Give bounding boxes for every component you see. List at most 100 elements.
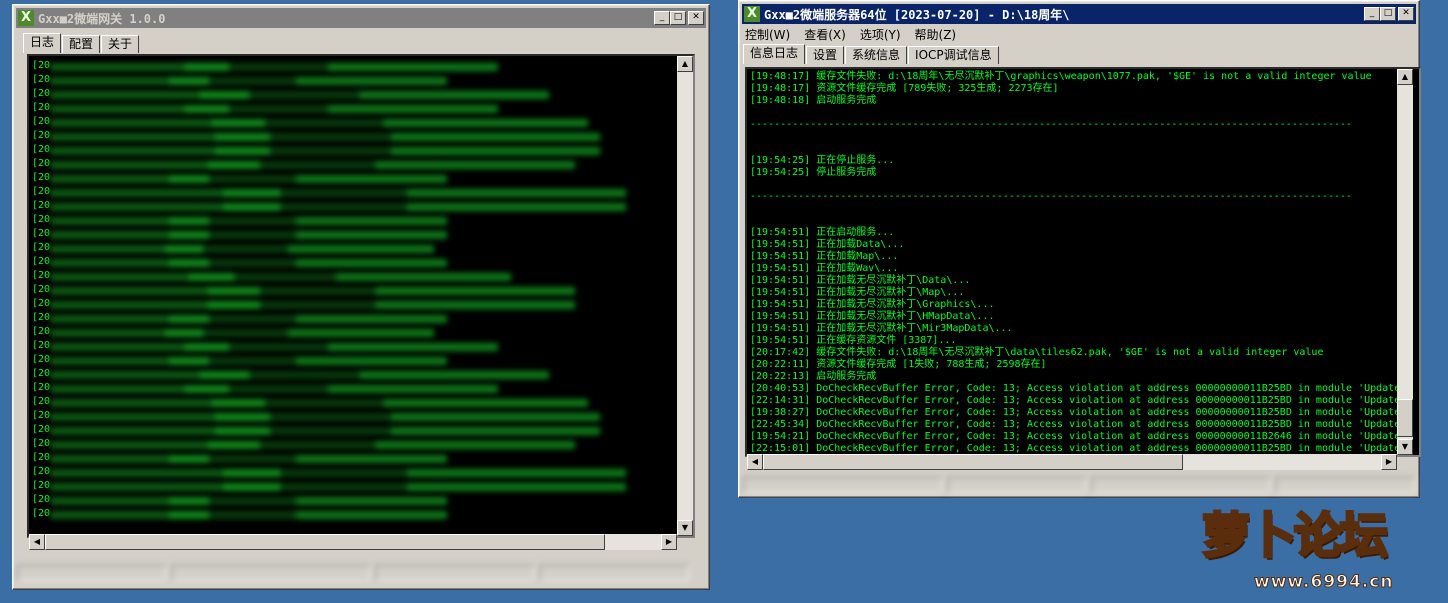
- arrow-up-icon[interactable]: ▲: [1397, 69, 1413, 85]
- close-icon[interactable]: ✕: [688, 11, 704, 25]
- tab-log[interactable]: 日志: [23, 33, 62, 53]
- tab-about[interactable]: 关于: [101, 35, 140, 53]
- server-log-panel[interactable]: [19:48:17] 缓存文件失败: d:\18周年\无尽沉默补丁\graphi…: [745, 67, 1421, 457]
- minimize-icon[interactable]: _: [1364, 7, 1380, 21]
- log-line: [20: [32, 74, 693, 88]
- log-line: [20:22:13] 启动服务完成: [750, 371, 877, 382]
- maximize-icon[interactable]: □: [670, 11, 686, 25]
- blurred-log-text: [50, 441, 575, 449]
- log-prefix: [20: [32, 508, 51, 519]
- log-prefix: [20: [32, 116, 51, 127]
- gateway-vertical-scrollbar[interactable]: ▲ ▼: [677, 56, 693, 536]
- server-vertical-scrollbar[interactable]: ▲ ▼: [1397, 69, 1413, 455]
- log-line: [20:17:42] 缓存文件失败: d:\18周年\无尽沉默补丁\data\t…: [750, 347, 1324, 358]
- log-line: ----------------------------------------…: [750, 119, 1353, 130]
- log-line: [19:54:25] 停止服务完成: [750, 167, 877, 178]
- log-line: [20:22:11] 资源文件缓存完成 [1失败; 788生成; 2598存在]: [750, 359, 1047, 370]
- log-line: [19:48:17] 缓存文件失败: d:\18周年\无尽沉默补丁\graphi…: [750, 71, 1372, 82]
- gateway-window: X Gxx■2微端网关 1.0.0 _ □ ✕ 日志 配置 关于 [20 [20[…: [12, 4, 710, 590]
- close-icon[interactable]: ✕: [1398, 7, 1414, 21]
- status-cell: [171, 565, 371, 581]
- arrow-up-icon[interactable]: ▲: [677, 56, 693, 72]
- gateway-horizontal-scrollbar[interactable]: ◀ ▶: [29, 534, 677, 550]
- blurred-log-text: [50, 413, 601, 421]
- log-prefix: [20: [32, 60, 51, 71]
- blurred-log-text: [50, 357, 447, 365]
- gateway-log-panel[interactable]: [20 [20 [20 [20 [20 [20 [20 [20 [20 [20 [20 [20 [20 […: [27, 54, 695, 538]
- menu-help[interactable]: 帮助(Z): [915, 26, 957, 43]
- log-line: [19:54:51] 正在加载无尽沉默补丁\Data\...: [750, 275, 971, 286]
- arrow-down-icon[interactable]: ▼: [677, 520, 693, 536]
- log-prefix: [20: [32, 410, 51, 421]
- horizontal-scroll-thumb[interactable]: [763, 454, 1183, 470]
- log-prefix: [20: [32, 228, 51, 239]
- tab-info-log[interactable]: 信息日志: [743, 44, 806, 64]
- log-prefix: [20: [32, 186, 51, 197]
- log-line: [20: [32, 214, 693, 228]
- server-statusbar: [743, 477, 1415, 493]
- log-line: [20: [32, 60, 693, 74]
- blurred-log-text: [50, 287, 575, 295]
- log-line: [19:54:51] 正在加载无尽沉默补丁\Graphics\...: [750, 299, 995, 310]
- blurred-log-text: [50, 175, 447, 183]
- menu-bar: 控制(W) 查看(X) 选项(Y) 帮助(Z): [745, 26, 956, 43]
- log-line: [19:54:51] 正在加载无尽沉默补丁\Mir3MapData\...: [750, 323, 1013, 334]
- server-titlebar[interactable]: X Gxx■2微端服务器64位 [2023-07-20] - D:\18周年\ …: [742, 4, 1416, 24]
- server-horizontal-scrollbar[interactable]: ◀ ▶: [747, 454, 1397, 470]
- watermark-url: www.6994.cn: [1253, 572, 1394, 593]
- log-line: [20: [32, 508, 693, 522]
- arrow-left-icon[interactable]: ◀: [747, 454, 763, 470]
- log-line: [22:45:34] DoCheckRecvBuffer Error, Code…: [750, 419, 1401, 430]
- minimize-icon[interactable]: _: [654, 11, 670, 25]
- log-line: [19:54:21] DoCheckRecvBuffer Error, Code…: [750, 431, 1401, 442]
- log-prefix: [20: [32, 214, 51, 225]
- log-prefix: [20: [32, 480, 51, 491]
- log-line: [20: [32, 298, 693, 312]
- blurred-log-text: [50, 455, 447, 463]
- gateway-tabs: 日志 配置 关于: [23, 33, 140, 53]
- x-logo-icon: X: [744, 6, 760, 22]
- gateway-titlebar[interactable]: X Gxx■2微端网关 1.0.0 _ □ ✕: [16, 8, 706, 28]
- server-window: X Gxx■2微端服务器64位 [2023-07-20] - D:\18周年\ …: [738, 0, 1421, 498]
- vertical-scroll-thumb[interactable]: [1397, 399, 1413, 437]
- blurred-log-text: [50, 161, 575, 169]
- log-prefix: [20: [32, 424, 51, 435]
- log-line: [20: [32, 200, 693, 214]
- blurred-log-text: [50, 315, 447, 323]
- menu-options[interactable]: 选项(Y): [860, 26, 901, 43]
- menu-control[interactable]: 控制(W): [745, 26, 790, 43]
- arrow-right-icon[interactable]: ▶: [1381, 454, 1397, 470]
- menu-view[interactable]: 查看(X): [804, 26, 846, 43]
- watermark-logo: 萝卜论坛 www.6994.cn: [1196, 500, 1434, 600]
- log-line: [20: [32, 186, 693, 200]
- log-prefix: [20: [32, 326, 51, 337]
- horizontal-scroll-thumb[interactable]: [45, 534, 605, 550]
- log-line: [20: [32, 466, 693, 480]
- tab-settings[interactable]: 设置: [806, 46, 845, 64]
- log-line: [20: [32, 354, 693, 368]
- blurred-log-text: [50, 77, 447, 85]
- arrow-down-icon[interactable]: ▼: [1397, 439, 1413, 455]
- log-line: [20: [32, 270, 693, 284]
- log-line: [20: [32, 242, 693, 256]
- blurred-log-text: [50, 371, 550, 379]
- log-line: [20:40:53] DoCheckRecvBuffer Error, Code…: [750, 383, 1401, 394]
- maximize-icon[interactable]: □: [1380, 7, 1396, 21]
- tab-iocp-debug[interactable]: IOCP调试信息: [908, 46, 999, 64]
- log-prefix: [20: [32, 144, 51, 155]
- log-prefix: [20: [32, 340, 51, 351]
- tab-system-info[interactable]: 系统信息: [845, 46, 908, 64]
- log-line: [20: [32, 130, 693, 144]
- blurred-log-text: [50, 245, 435, 253]
- arrow-left-icon[interactable]: ◀: [29, 534, 45, 550]
- arrow-right-icon[interactable]: ▶: [661, 534, 677, 550]
- x-logo-icon: X: [18, 10, 34, 26]
- tab-config[interactable]: 配置: [62, 35, 101, 53]
- log-line: [19:54:51] 正在加载Wav\...: [750, 263, 899, 274]
- log-prefix: [20: [32, 298, 51, 309]
